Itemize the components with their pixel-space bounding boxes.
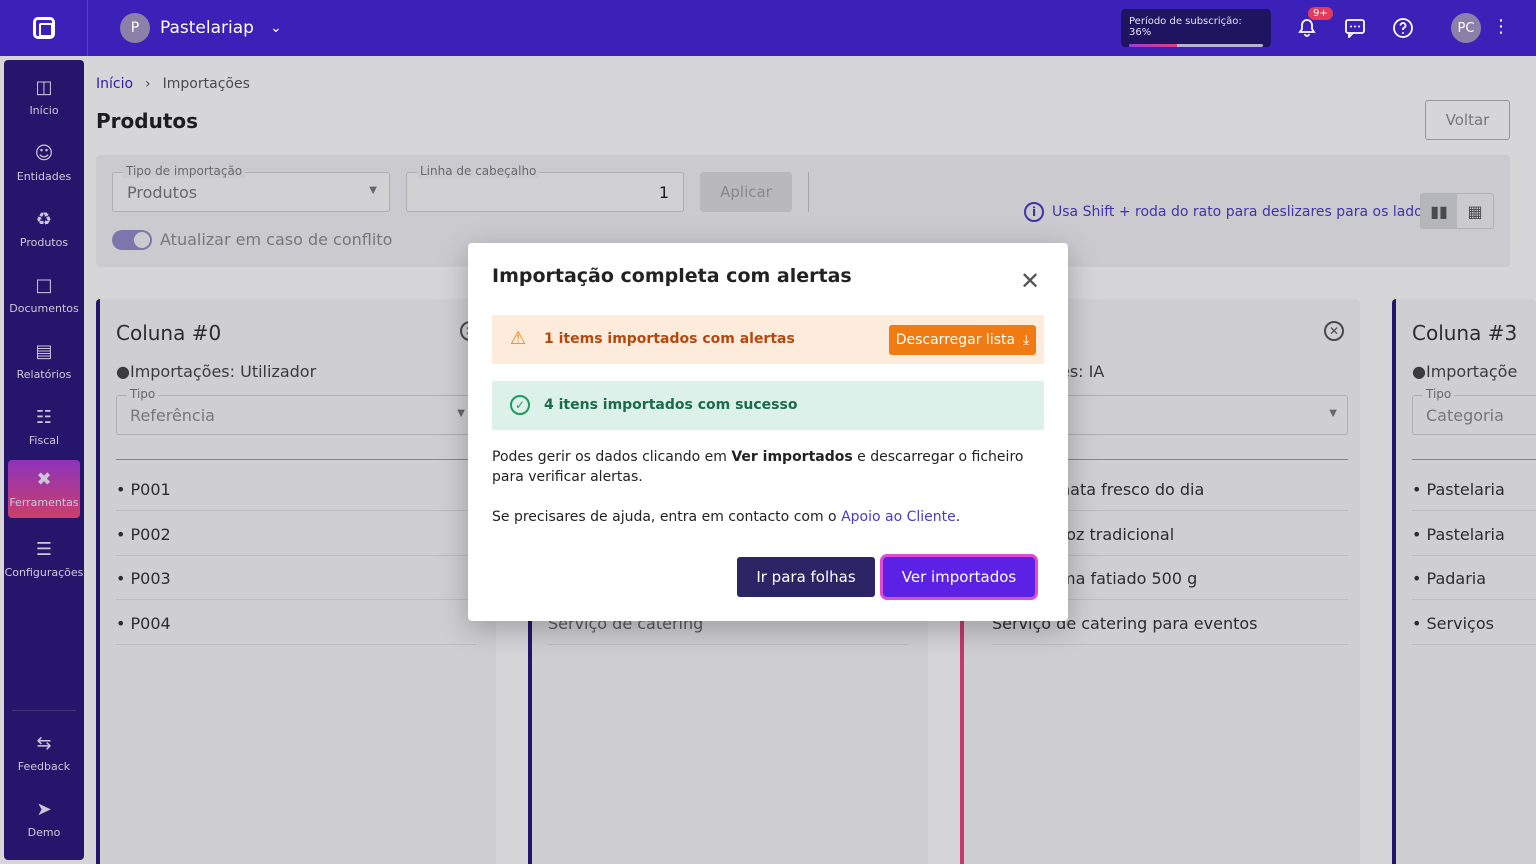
help-text: Se precisares de ajuda, entra em contact… [492, 509, 842, 525]
help-icon[interactable] [1389, 14, 1417, 42]
notifications-badge: 9+ [1308, 7, 1333, 20]
app-logo[interactable] [0, 0, 88, 56]
subscription-label: Período de subscrição: 36% [1129, 16, 1242, 38]
dialog-help: Se precisares de ajuda, entra em contact… [492, 509, 960, 525]
success-text: 4 itens importados com sucesso [544, 397, 798, 413]
description-text: Podes gerir os dados clicando em [492, 449, 732, 465]
subscription-indicator[interactable]: Período de subscrição: 36% [1121, 9, 1271, 47]
chevron-down-icon: ⌄ [269, 20, 282, 36]
logo-icon [32, 17, 55, 39]
subscription-progress-fill [1129, 44, 1178, 47]
download-icon: ⤓ [1023, 332, 1030, 348]
help-text: . [955, 509, 961, 525]
company-name: Pastelariap [160, 18, 254, 38]
download-list-button[interactable]: Descarregar lista ⤓ [889, 325, 1036, 355]
warning-icon: ⚠ [510, 328, 527, 349]
description-emphasis: Ver importados [731, 449, 853, 465]
download-list-label: Descarregar lista [895, 332, 1016, 348]
dialog-description: Podes gerir os dados clicando em Ver imp… [492, 447, 1044, 487]
warning-alert: ⚠ 1 items importados com alertas Descarr… [492, 315, 1044, 364]
view-imported-button[interactable]: Ver importados [883, 557, 1035, 597]
company-selector[interactable]: P Pastelariap ⌄ [120, 13, 282, 43]
dialog-title: Importação completa com alertas [492, 265, 852, 287]
more-vertical-icon[interactable]: ⋮ [1492, 16, 1510, 37]
warning-text: 1 items importados com alertas [544, 331, 795, 347]
success-alert: ✓ 4 itens importados com sucesso [492, 381, 1044, 430]
company-avatar: P [120, 13, 150, 43]
close-icon[interactable]: ✕ [1020, 267, 1040, 295]
user-avatar[interactable]: PC [1451, 13, 1481, 43]
chat-icon[interactable] [1341, 14, 1369, 42]
import-result-dialog: Importação completa com alertas ✕ ⚠ 1 it… [468, 243, 1068, 621]
go-to-sheets-button[interactable]: Ir para folhas [737, 557, 875, 597]
check-circle-icon: ✓ [510, 395, 530, 415]
subscription-progress-bar [1129, 44, 1263, 47]
support-link[interactable]: Apoio ao Cliente [841, 509, 956, 525]
